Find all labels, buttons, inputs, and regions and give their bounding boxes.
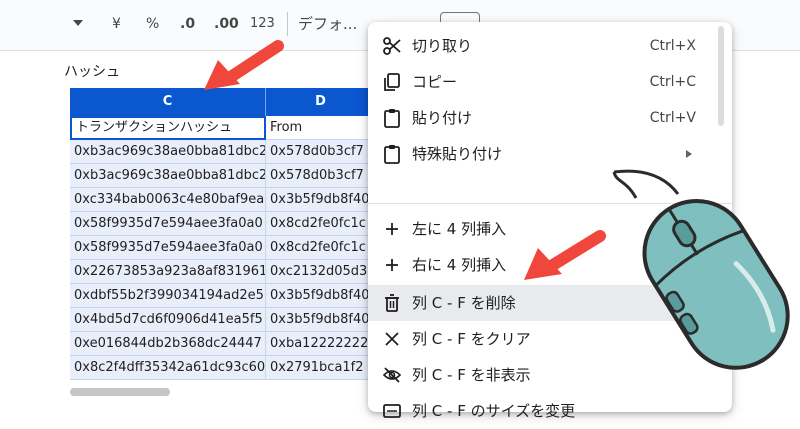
table-row: 0x4bd5d7cd6f0906d41ea5f5 0x3b5f9db8f40 bbox=[70, 308, 376, 332]
menu-item-label: 切り取り bbox=[412, 37, 473, 55]
cell-d[interactable]: 0xc2132d05d3 bbox=[266, 260, 376, 284]
menu-item-label: 列 C - F を非表示 bbox=[412, 366, 531, 384]
eye-off-icon bbox=[382, 367, 402, 383]
decrease-decimal-label: .0 bbox=[180, 16, 196, 32]
menu-item-shortcut: Ctrl+V bbox=[649, 110, 696, 126]
cell-d[interactable]: 0x8cd2fe0fc1c bbox=[266, 212, 376, 236]
cell-d[interactable]: From bbox=[266, 116, 376, 140]
increase-decimal-button[interactable]: .00 bbox=[214, 10, 239, 38]
menu-item-paste-special[interactable]: 特殊貼り付け bbox=[368, 136, 732, 172]
toolbar-divider bbox=[287, 12, 288, 36]
menu-item-label: 列 C - F を削除 bbox=[412, 294, 516, 312]
menu-item-cut[interactable]: 切り取り Ctrl+X bbox=[368, 28, 732, 64]
cell-c[interactable]: トランザクションハッシュ bbox=[70, 116, 266, 140]
menu-item-label: コピー bbox=[412, 73, 458, 91]
table-row: 0xb3ac969c38ae0bba81dbc2 0x578d0b3cf7 bbox=[70, 140, 376, 164]
cell-c[interactable]: 0xc334bab0063c4e80baf9ea bbox=[70, 188, 266, 212]
percent-format-button[interactable]: % bbox=[146, 10, 159, 38]
menu-item-paste[interactable]: 貼り付け Ctrl+V bbox=[368, 100, 732, 136]
close-icon bbox=[385, 332, 399, 346]
menu-item-label: 列 C - F のサイズを変更 bbox=[412, 402, 576, 420]
cell-c[interactable]: 0xb3ac969c38ae0bba81dbc2 bbox=[70, 164, 266, 188]
cell-d[interactable]: 0x3b5f9db8f40 bbox=[266, 188, 376, 212]
menu-item-shortcut: Ctrl+C bbox=[649, 74, 696, 90]
table-row: 0xc334bab0063c4e80baf9ea 0x3b5f9db8f40 bbox=[70, 188, 376, 212]
cell-d[interactable]: 0x2791bca1f2 bbox=[266, 356, 376, 380]
table-row: 0x58f9935d7e594aee3fa0a0 0x8cd2fe0fc1c bbox=[70, 236, 376, 260]
table-row: 0xe016844db2b368dc24447 0xba12222222 bbox=[70, 332, 376, 356]
font-family-select[interactable]: デフォ... bbox=[298, 10, 357, 38]
table-row: 0xdbf55b2f399034194ad2e5 0x3b5f9db8f40 bbox=[70, 284, 376, 308]
cell-d[interactable]: 0x3b5f9db8f40 bbox=[266, 284, 376, 308]
table-row: 0x58f9935d7e594aee3fa0a0 0x8cd2fe0fc1c bbox=[70, 212, 376, 236]
cell-c[interactable]: 0xb3ac969c38ae0bba81dbc2 bbox=[70, 140, 266, 164]
scissors-icon bbox=[383, 37, 401, 55]
table-row: 0x22673853a923a8af831961 0xc2132d05d3 bbox=[70, 260, 376, 284]
plus-icon bbox=[386, 259, 398, 271]
plus-icon bbox=[386, 223, 398, 235]
increase-decimal-label: .00 bbox=[214, 16, 239, 32]
computer-mouse-icon bbox=[612, 169, 790, 370]
cell-d[interactable]: 0x8cd2fe0fc1c bbox=[266, 236, 376, 260]
table-row: トランザクションハッシュ From bbox=[70, 116, 376, 140]
cell-d[interactable]: 0x578d0b3cf7 bbox=[266, 140, 376, 164]
menu-item-label: 左に 4 列挿入 bbox=[412, 220, 507, 238]
currency-format-button[interactable]: ¥ bbox=[112, 10, 121, 38]
cell-c[interactable]: 0x8c2f4dff35342a61dc93c60 bbox=[70, 356, 266, 380]
chevron-down-icon[interactable] bbox=[73, 20, 83, 26]
menu-item-copy[interactable]: コピー Ctrl+C bbox=[368, 64, 732, 100]
table-row: 0x8c2f4dff35342a61dc93c60 0x2791bca1f2 bbox=[70, 356, 376, 380]
cell-d[interactable]: 0x578d0b3cf7 bbox=[266, 164, 376, 188]
cell-c[interactable]: 0x4bd5d7cd6f0906d41ea5f5 bbox=[70, 308, 266, 332]
trash-icon bbox=[385, 294, 399, 312]
table-row: 0xb3ac969c38ae0bba81dbc2 0x578d0b3cf7 bbox=[70, 164, 376, 188]
menu-item-shortcut: Ctrl+X bbox=[649, 38, 696, 54]
decrease-decimal-button[interactable]: .0 bbox=[180, 10, 195, 38]
menu-item-label: 特殊貼り付け bbox=[412, 145, 503, 163]
number-format-button[interactable]: 123 bbox=[250, 10, 275, 38]
menu-item-label: 列 C - F をクリア bbox=[412, 330, 531, 348]
cell-c[interactable]: 0x58f9935d7e594aee3fa0a0 bbox=[70, 236, 266, 260]
copy-icon bbox=[384, 73, 400, 91]
cell-d[interactable]: 0x3b5f9db8f40 bbox=[266, 308, 376, 332]
clipboard-icon bbox=[384, 109, 400, 128]
menu-item-label: 右に 4 列挿入 bbox=[412, 256, 507, 274]
cell-c[interactable]: 0x58f9935d7e594aee3fa0a0 bbox=[70, 212, 266, 236]
red-arrow-icon bbox=[524, 230, 606, 280]
resize-icon bbox=[383, 404, 401, 418]
cell-d[interactable]: 0xba12222222 bbox=[266, 332, 376, 356]
chevron-right-icon bbox=[686, 150, 692, 158]
horizontal-scrollbar[interactable] bbox=[70, 388, 170, 396]
clipboard-icon bbox=[384, 145, 400, 164]
menu-item-label: 貼り付け bbox=[412, 109, 473, 127]
red-arrow-icon bbox=[204, 40, 284, 90]
cell-c[interactable]: 0xdbf55b2f399034194ad2e5 bbox=[70, 284, 266, 308]
cell-c[interactable]: 0xe016844db2b368dc24447 bbox=[70, 332, 266, 356]
formula-value: ハッシュ bbox=[64, 64, 120, 80]
cell-c[interactable]: 0x22673853a923a8af831961 bbox=[70, 260, 266, 284]
